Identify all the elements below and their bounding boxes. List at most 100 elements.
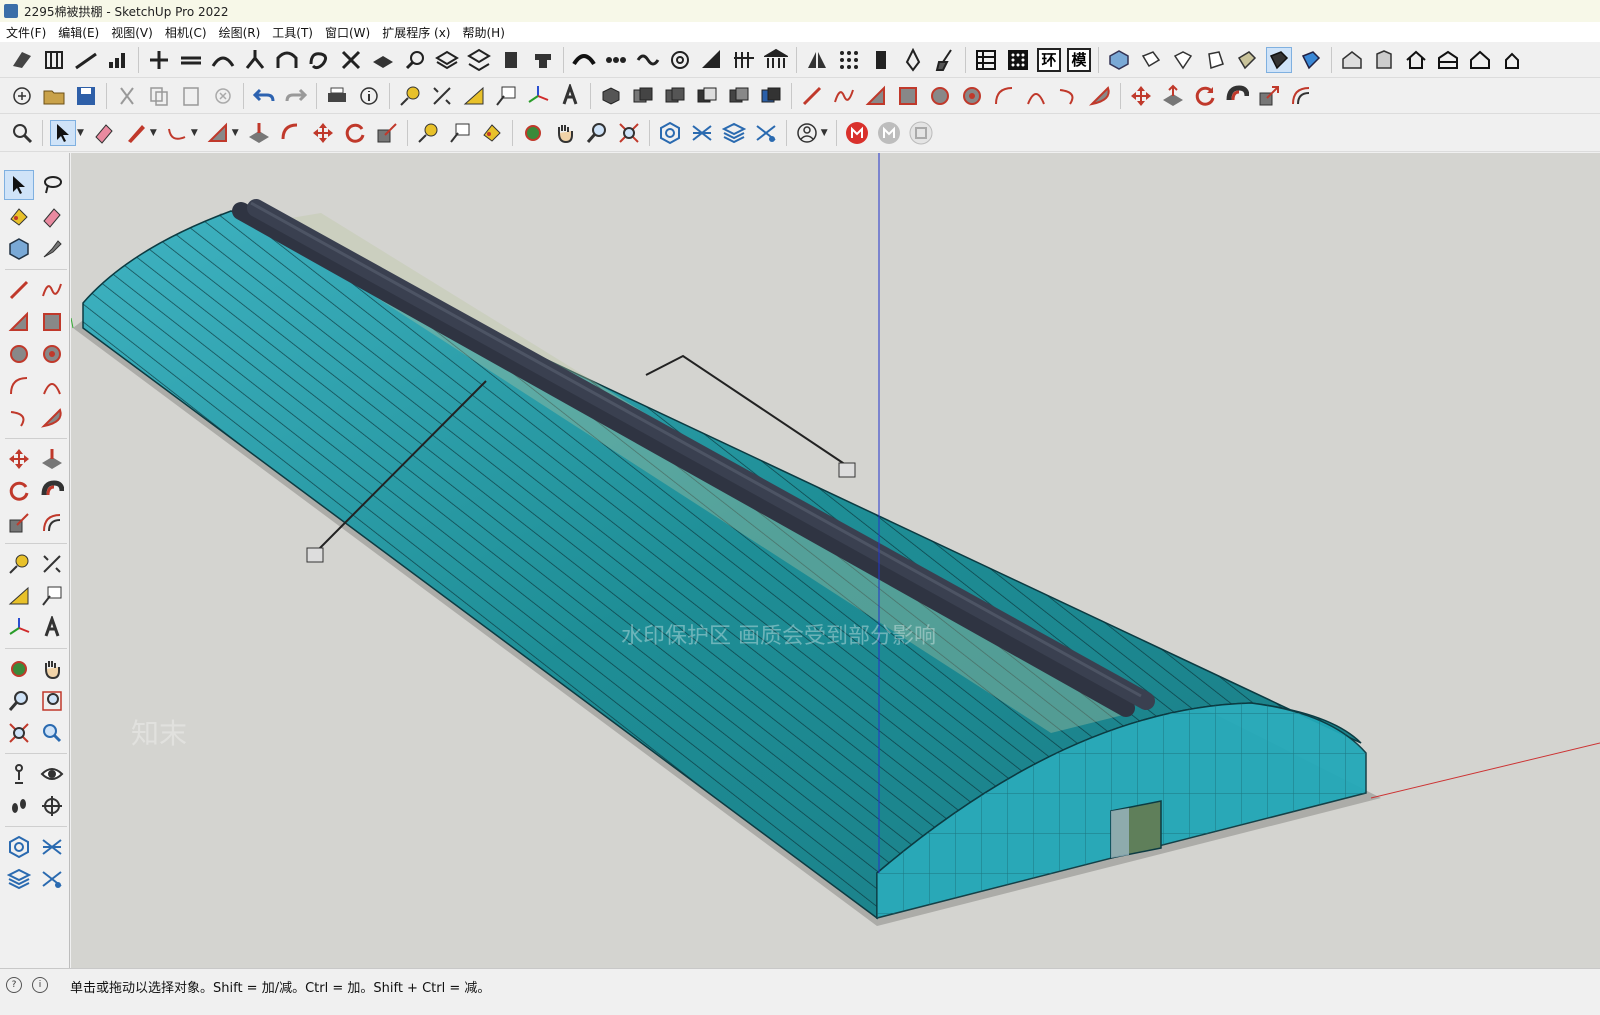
tape-measure-icon[interactable]	[397, 83, 423, 109]
extrude-icon[interactable]	[9, 47, 35, 73]
stamp-icon[interactable]	[530, 47, 556, 73]
mirror-icon[interactable]	[804, 47, 830, 73]
chevron-down-icon[interactable]: ▼	[232, 128, 239, 138]
tag-icon[interactable]	[37, 234, 67, 264]
circle-icon[interactable]	[4, 339, 34, 369]
select-tool-icon[interactable]	[50, 119, 76, 146]
3d-text-icon[interactable]	[557, 83, 583, 109]
three-point-arc-icon[interactable]	[1055, 83, 1081, 109]
two-point-arc-icon[interactable]	[37, 371, 67, 401]
axes-icon[interactable]	[525, 83, 551, 109]
solid-intersect-icon[interactable]	[630, 83, 656, 109]
erase-selection-icon[interactable]	[210, 83, 236, 109]
print-icon[interactable]	[324, 83, 350, 109]
dimension-icon[interactable]	[429, 83, 455, 109]
plugin-m-red-icon[interactable]	[844, 120, 870, 146]
push-pull-icon[interactable]	[37, 444, 67, 474]
left-view-icon[interactable]	[1266, 46, 1292, 73]
info-icon[interactable]: i	[32, 977, 48, 993]
arc-icon[interactable]	[4, 371, 34, 401]
move-icon[interactable]	[4, 444, 34, 474]
orbit-icon[interactable]	[520, 120, 546, 146]
line-tool-icon[interactable]	[799, 83, 825, 109]
pie-icon[interactable]	[1087, 83, 1113, 109]
beads-icon[interactable]	[603, 47, 629, 73]
two-point-arc-icon[interactable]	[1023, 83, 1049, 109]
layout-icon[interactable]	[4, 864, 34, 894]
model-viewport[interactable]: 水印保护区 画质会受到部分影响 知末	[71, 153, 1600, 968]
arc-tool-icon[interactable]	[164, 120, 190, 146]
search-icon[interactable]	[9, 120, 35, 146]
layers-stack-icon[interactable]	[466, 47, 492, 73]
rectangle-icon[interactable]	[863, 83, 889, 109]
pin-icon[interactable]	[402, 47, 428, 73]
house-back-icon[interactable]	[1435, 47, 1461, 73]
new-file-icon[interactable]	[9, 83, 35, 109]
path-tool-icon[interactable]	[146, 47, 172, 73]
iso-view-icon[interactable]	[1106, 47, 1132, 73]
follow-me-tool-icon[interactable]	[278, 120, 304, 146]
menu-view[interactable]: 视图(V)	[105, 24, 159, 41]
previous-view-icon[interactable]	[37, 718, 67, 748]
offset-icon[interactable]	[1288, 83, 1314, 109]
roof-icon[interactable]	[699, 47, 725, 73]
rotate-icon[interactable]	[4, 476, 34, 506]
bottom-view-icon[interactable]	[1298, 47, 1324, 73]
move-icon[interactable]	[1128, 83, 1154, 109]
redo-icon[interactable]	[283, 83, 309, 109]
eraser-icon[interactable]	[37, 202, 67, 232]
top-view-icon[interactable]	[1138, 47, 1164, 73]
pencil-icon[interactable]	[123, 120, 149, 146]
warehouse-icon[interactable]	[4, 832, 34, 862]
pie-icon[interactable]	[37, 403, 67, 433]
solid-outer-shell-icon[interactable]	[598, 83, 624, 109]
protractor-icon[interactable]	[461, 83, 487, 109]
dots-frame-icon[interactable]	[1005, 47, 1031, 73]
solid-union-icon[interactable]	[662, 83, 688, 109]
text-tool-icon[interactable]	[37, 581, 67, 611]
rotated-rectangle-icon[interactable]	[895, 83, 921, 109]
look-around-icon[interactable]	[37, 759, 67, 789]
account-icon[interactable]	[794, 120, 820, 146]
rotate-tool-icon[interactable]	[342, 120, 368, 146]
chevron-down-icon[interactable]: ▼	[821, 128, 828, 138]
three-point-arc-icon[interactable]	[4, 403, 34, 433]
cut-icon[interactable]	[114, 83, 140, 109]
broom-icon[interactable]	[932, 47, 958, 73]
rectangle-icon[interactable]	[4, 307, 34, 337]
spiral-icon[interactable]	[667, 47, 693, 73]
shape-tool-icon[interactable]	[205, 120, 231, 146]
follow-me-icon[interactable]	[37, 476, 67, 506]
paint-bucket-icon[interactable]	[479, 120, 505, 146]
text-tool-icon[interactable]	[493, 83, 519, 109]
undo-icon[interactable]	[251, 83, 277, 109]
arch-icon[interactable]	[274, 47, 300, 73]
wave-icon[interactable]	[635, 47, 661, 73]
solid-trim-icon[interactable]	[726, 83, 752, 109]
fence-icon[interactable]	[731, 47, 757, 73]
menu-window[interactable]: 窗口(W)	[319, 24, 376, 41]
zoom-icon[interactable]	[584, 120, 610, 146]
house-iso-icon[interactable]	[1339, 47, 1365, 73]
menu-draw[interactable]: 绘图(R)	[213, 24, 267, 41]
eraser-icon[interactable]	[91, 120, 117, 146]
freehand-icon[interactable]	[37, 275, 67, 305]
layout-icon[interactable]	[721, 120, 747, 146]
scale-tool-icon[interactable]	[374, 120, 400, 146]
model-info-icon[interactable]	[356, 83, 382, 109]
push-pull-icon[interactable]	[1160, 83, 1186, 109]
menu-extensions[interactable]: 扩展程序 (x)	[376, 24, 456, 41]
house-more-icon[interactable]	[1499, 47, 1525, 73]
freehand-icon[interactable]	[831, 83, 857, 109]
bend-icon[interactable]	[571, 47, 597, 73]
line-tool-icon[interactable]	[4, 275, 34, 305]
house-front-icon[interactable]	[1403, 47, 1429, 73]
zoom-window-icon[interactable]	[37, 686, 67, 716]
layers-icon[interactable]	[434, 47, 460, 73]
bar-chart-icon[interactable]	[105, 47, 131, 73]
protractor-icon[interactable]	[4, 581, 34, 611]
menu-tools[interactable]: 工具(T)	[266, 24, 319, 41]
slab-icon[interactable]	[370, 47, 396, 73]
polygon-icon[interactable]	[37, 339, 67, 369]
extension-manager-icon[interactable]	[37, 864, 67, 894]
